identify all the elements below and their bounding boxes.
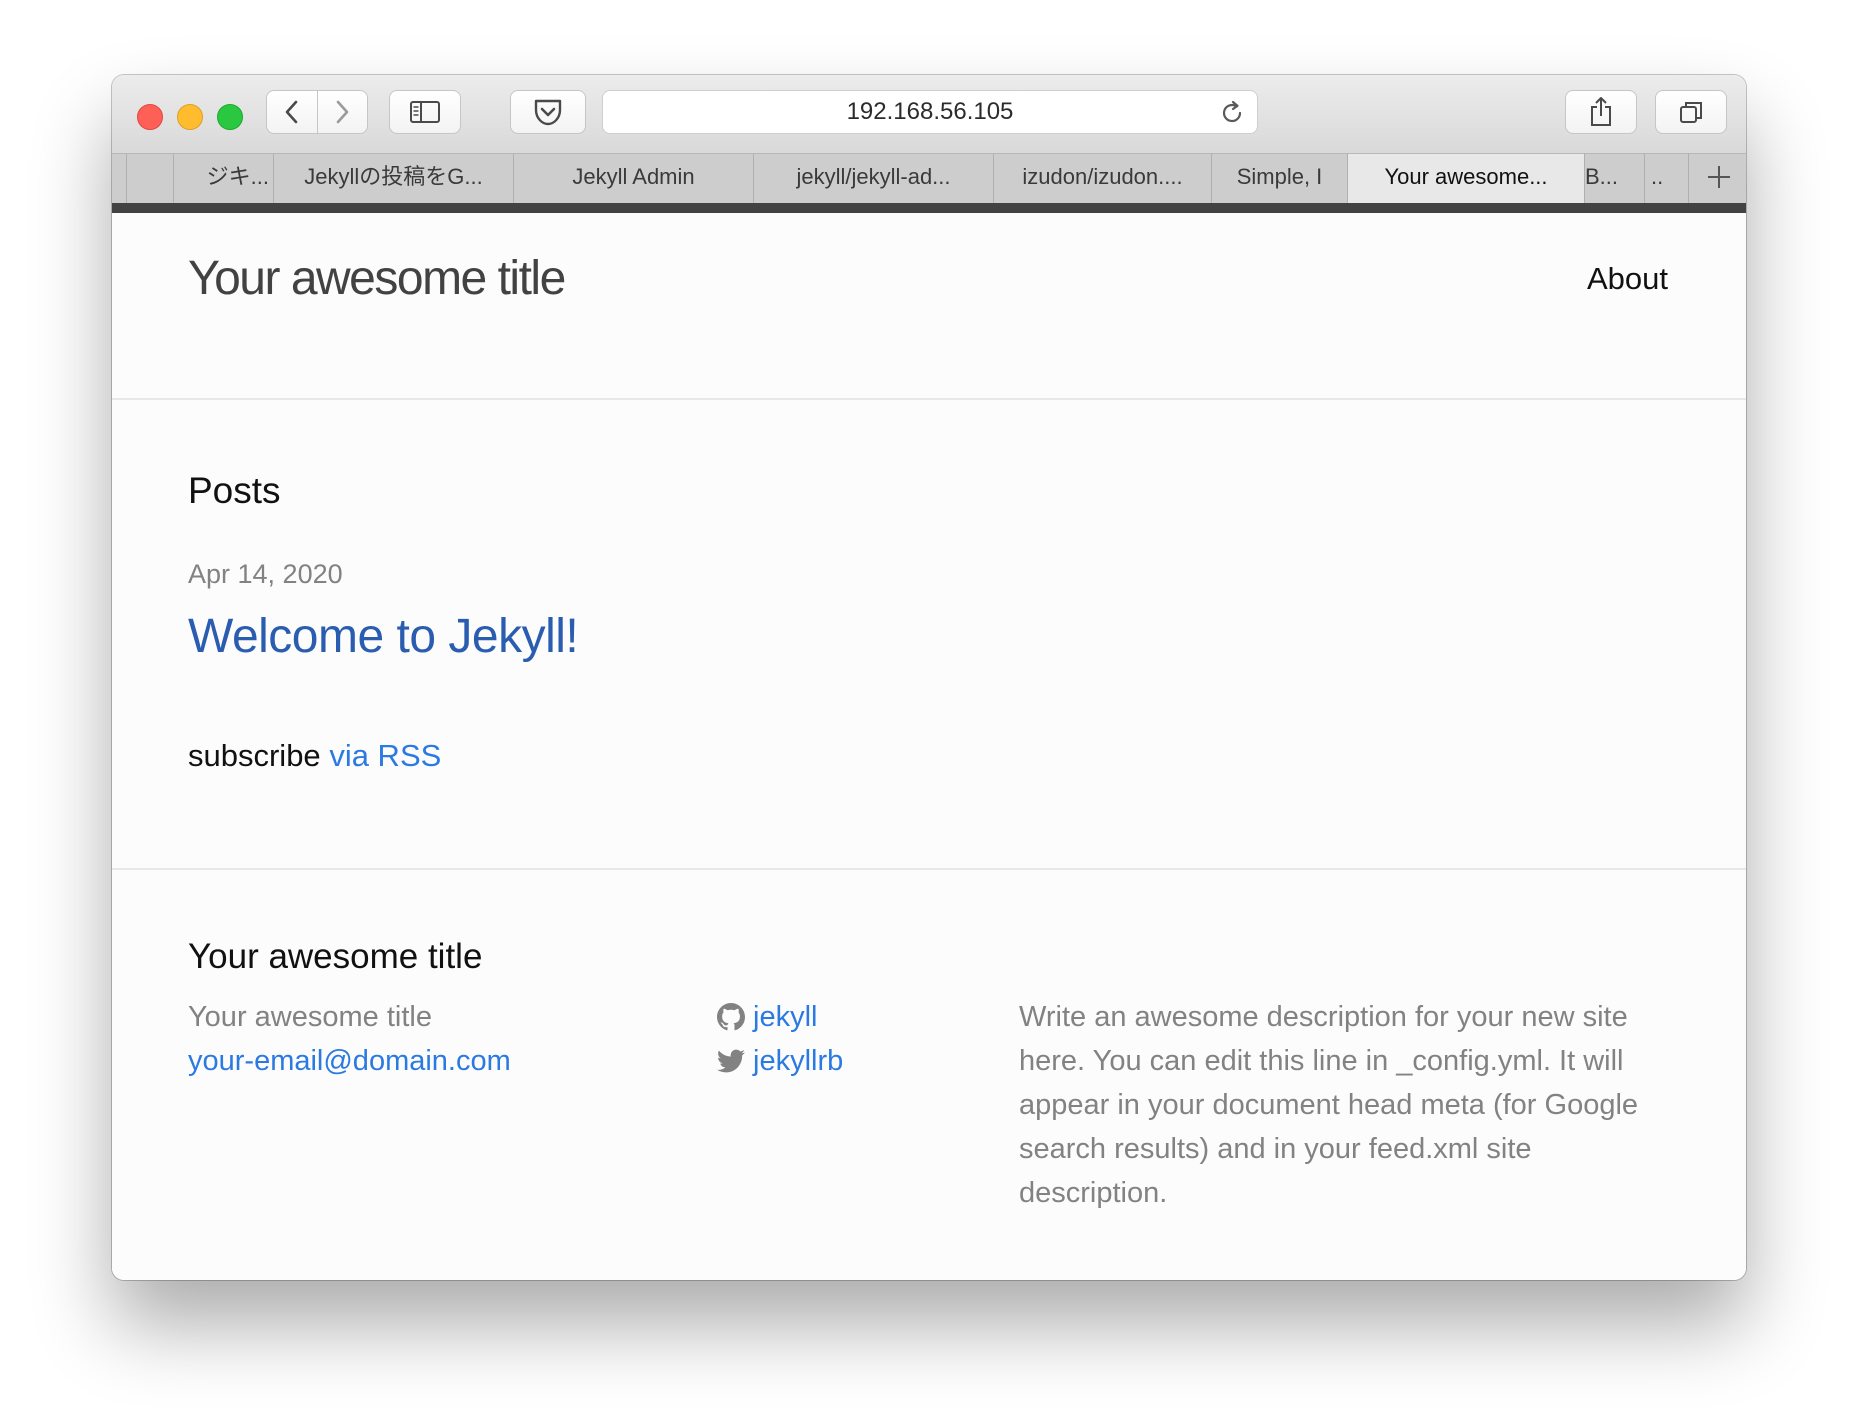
pocket-button[interactable] [510,90,586,134]
tab-item[interactable]: B... [1585,154,1645,203]
site-top-border [112,203,1746,213]
tab-item[interactable]: jekyll/jekyll-ad... [754,154,994,203]
tab-bar: ジキ... Jekyllの投稿をG... Jekyll Admin jekyll… [112,153,1746,203]
post-title-link[interactable]: Welcome to Jekyll! [188,609,579,664]
tabs-overview-icon [1680,102,1702,123]
address-bar[interactable]: 192.168.56.105 [602,90,1258,134]
forward-button[interactable] [316,91,368,133]
tab-item-active[interactable]: Your awesome... [1348,154,1585,203]
footer-social: jekyll jekyllrb [717,995,843,1083]
footer-contact: Your awesome title your-email@domain.com [188,995,511,1083]
back-icon [285,100,298,124]
tab-edge [112,154,127,203]
post-date: Apr 14, 2020 [188,559,343,589]
back-button[interactable] [267,91,317,133]
share-button[interactable] [1565,90,1637,134]
tab-overview-button[interactable] [1655,90,1727,134]
rss-link[interactable]: via RSS [329,738,441,773]
twitter-link[interactable]: jekyllrb [717,1039,843,1083]
forward-icon [336,100,349,124]
tab-item[interactable]: .. [1645,154,1689,203]
close-window-button[interactable] [137,104,163,130]
site-description: Write an awesome description for your ne… [1019,1001,1639,1209]
tab-item[interactable]: Jekyllの投稿をG... [274,154,514,203]
nav-buttons [266,90,368,134]
url-text: 192.168.56.105 [846,98,1014,125]
tab-item[interactable]: Jekyll Admin [514,154,754,203]
footer-heading: Your awesome title [188,937,483,976]
header-divider [112,398,1746,400]
new-tab-icon[interactable] [1706,164,1732,190]
footer-divider [112,868,1746,870]
sidebar-button[interactable] [389,90,461,134]
share-icon [1591,97,1611,126]
nav-about-link[interactable]: About [1587,261,1668,297]
site-title[interactable]: Your awesome title [188,251,566,306]
subscribe-line: subscribe via RSS [188,738,441,774]
tab-item[interactable]: ジキ... [174,154,274,203]
zoom-window-button[interactable] [217,104,243,130]
posts-heading: Posts [188,470,281,511]
sidebar-icon [410,101,440,123]
pocket-icon [534,99,562,126]
footer-site-name: Your awesome title [188,1001,432,1033]
github-link[interactable]: jekyll [717,995,843,1039]
github-icon [717,1003,745,1031]
minimize-window-button[interactable] [177,104,203,130]
subscribe-text: subscribe [188,738,321,773]
tab-item[interactable]: izudon/izudon.... [994,154,1212,203]
browser-toolbar: 192.168.56.105 [112,75,1746,153]
twitter-username: jekyllrb [753,1045,844,1077]
reload-icon[interactable] [1219,100,1245,126]
footer-email-link[interactable]: your-email@domain.com [188,1039,511,1083]
tab-item[interactable] [127,154,174,203]
twitter-icon [717,1049,745,1073]
browser-window: 192.168.56.105 ジキ... Jekyllの投稿をG... Jeky… [112,75,1746,1280]
github-username: jekyll [753,1001,818,1033]
page-content: Your awesome title About Posts Apr 14, 2… [112,213,1746,1280]
tab-item[interactable]: Simple, I [1212,154,1348,203]
